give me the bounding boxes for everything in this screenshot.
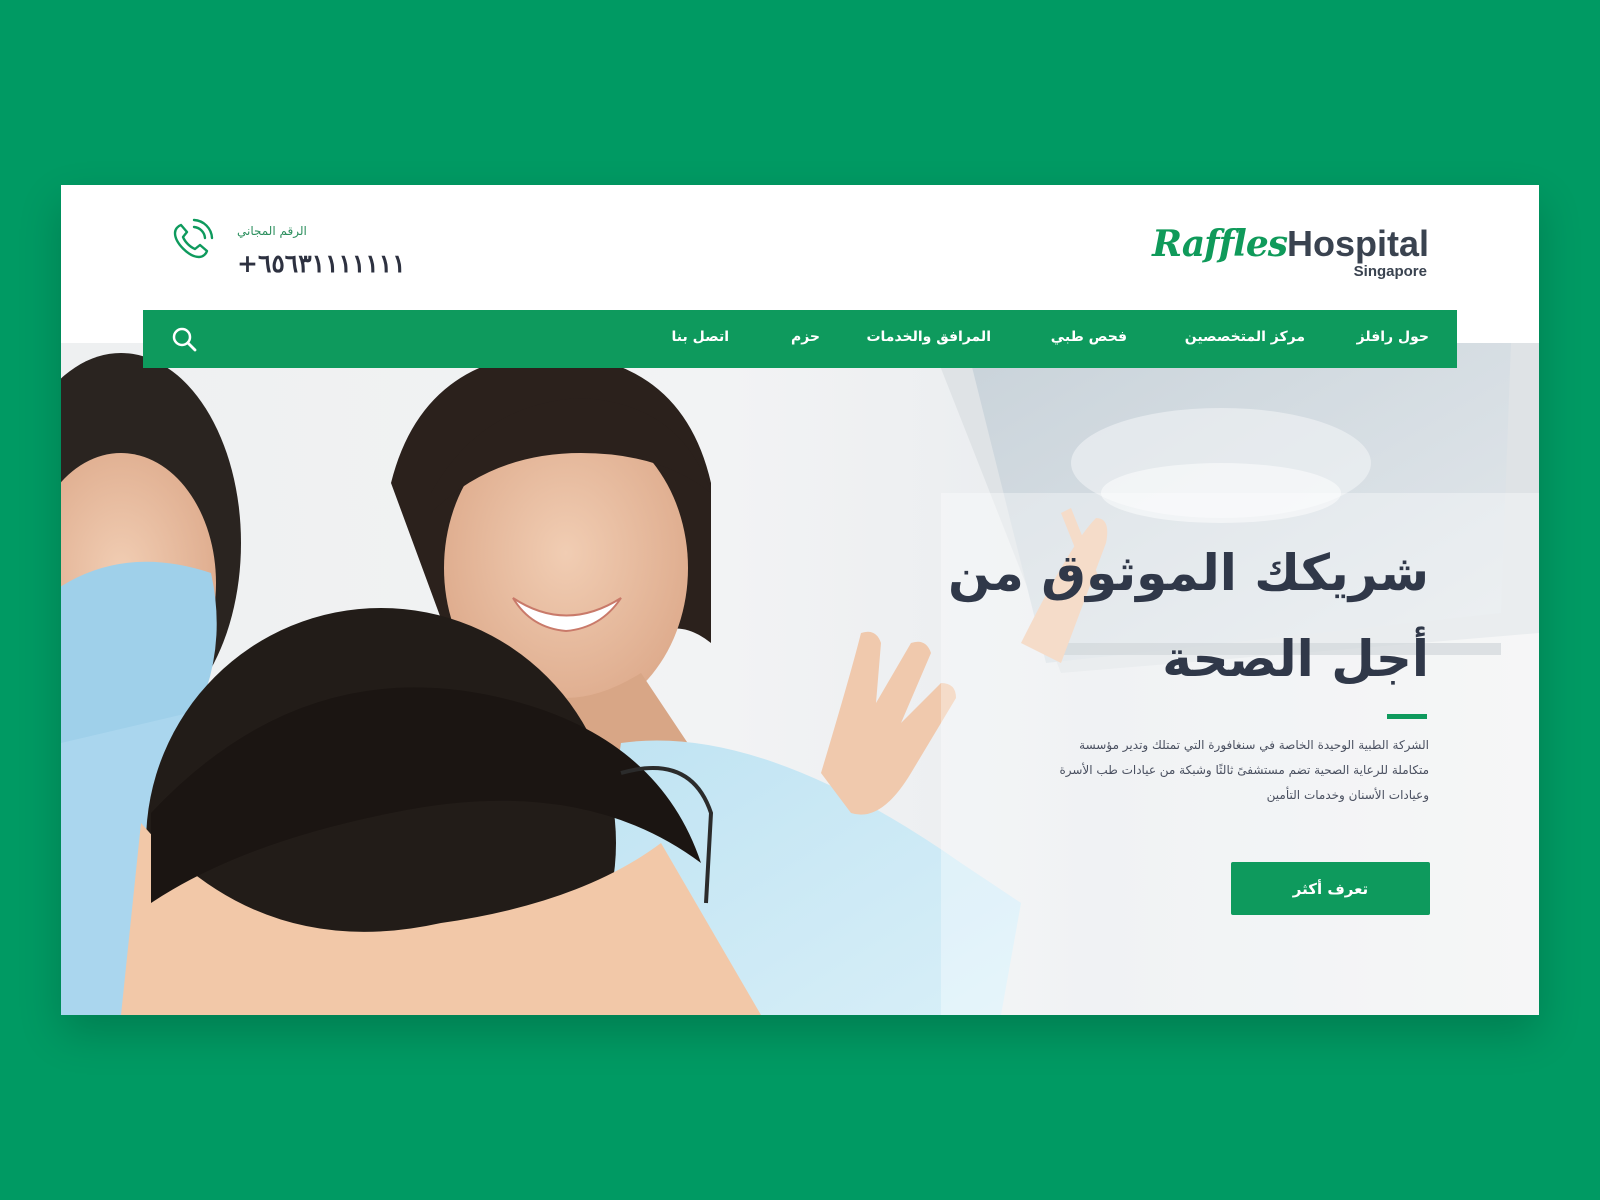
- logo-wordmark: RafflesHospital: [1152, 223, 1429, 265]
- nav-item-about[interactable]: حول رافلز: [1357, 329, 1429, 345]
- main-navigation: حول رافلز مركز المتخصصين فحص طبي المرافق…: [143, 310, 1457, 368]
- phone-icon: [173, 218, 214, 259]
- phone-number[interactable]: +٦٥٦٣١١١١١١١: [237, 249, 406, 278]
- browser-frame: الرقم المجاني +٦٥٦٣١١١١١١١ RafflesHospit…: [61, 185, 1539, 1015]
- logo[interactable]: RafflesHospital Singapore: [1129, 223, 1429, 283]
- logo-hospital: Hospital: [1286, 223, 1429, 264]
- logo-raffles: Raffles: [1152, 223, 1288, 265]
- hero-description-line1: الشركة الطبية الوحيدة الخاصة في سنغافورة…: [1079, 738, 1429, 752]
- nav-item-health-screening[interactable]: فحص طبي: [1051, 329, 1127, 345]
- nav-item-contact[interactable]: اتصل بنا: [672, 329, 729, 345]
- learn-more-button[interactable]: تعرف أكثر: [1231, 862, 1430, 915]
- hero-headline-line1: شريكك الموثوق من: [947, 544, 1429, 602]
- nav-item-packages[interactable]: حزم: [791, 329, 820, 345]
- logo-subtitle: Singapore: [1353, 263, 1427, 280]
- hero-headline: شريكك الموثوق من أجل الصحة: [869, 530, 1429, 702]
- hero-description: الشركة الطبية الوحيدة الخاصة في سنغافورة…: [1009, 733, 1429, 808]
- hero-description-line2: متكاملة للرعاية الصحية تضم مستشفىً ثالثً…: [1059, 763, 1429, 777]
- hero-description-line3: وعيادات الأسنان وخدمات التأمين: [1266, 788, 1429, 802]
- phone-contact[interactable]: الرقم المجاني +٦٥٦٣١١١١١١١: [167, 217, 427, 287]
- hero-headline-line2: أجل الصحة: [1162, 630, 1429, 688]
- headline-accent-bar: [1387, 714, 1427, 719]
- nav-item-specialists[interactable]: مركز المتخصصين: [1185, 329, 1305, 345]
- nav-item-facilities[interactable]: المرافق والخدمات: [866, 329, 991, 345]
- phone-label: الرقم المجاني: [237, 224, 307, 238]
- search-icon[interactable]: [171, 326, 197, 352]
